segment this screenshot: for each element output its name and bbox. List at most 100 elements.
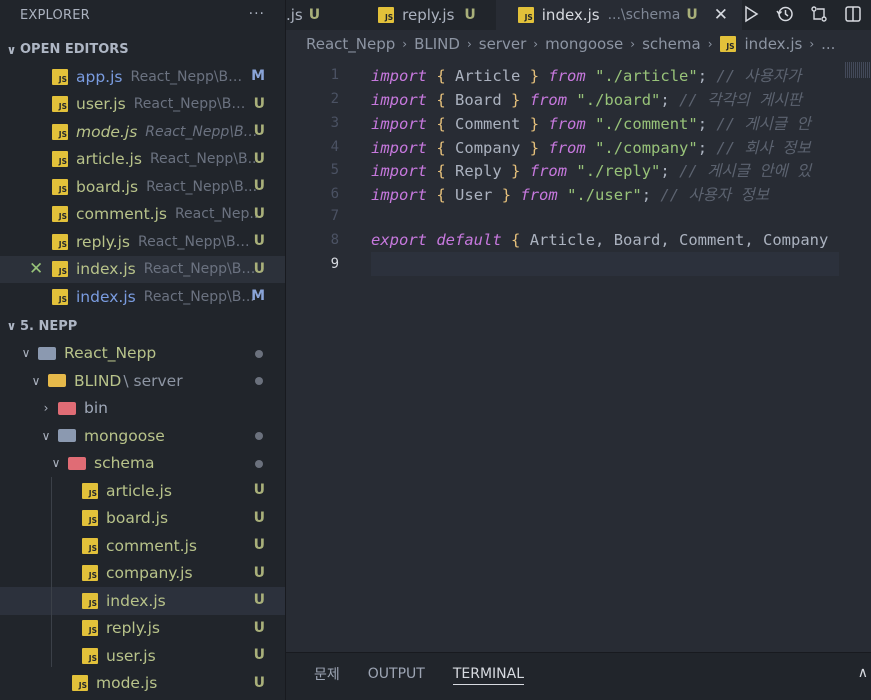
folder-bin[interactable]: › bin [0,395,285,423]
explorer-title: EXPLORER [20,7,90,23]
code-line: 1 import { Article } from "./article"; //… [286,63,871,87]
minimap[interactable] [845,62,871,78]
line-number: 9 [330,255,339,272]
code-line: 5 import { Reply } from "./reply"; // 게시글… [286,159,871,183]
code-text: import { User } from "./user"; // 사용자 정보 [371,186,770,205]
chevron-right-icon: › [707,37,713,51]
file-path: React_Nepp\B... [149,151,261,168]
javascript-file-icon: JS [52,96,68,113]
breadcrumb-item[interactable]: React_Nepp [306,35,395,53]
chevron-down-icon: ∨ [41,428,51,443]
file-item[interactable]: JS index.js U [0,587,285,615]
tab-terminal[interactable]: TERMINAL [452,666,525,685]
code-line: 8 export default { Article, Board, Comme… [286,228,871,252]
file-label: article.js [106,481,172,500]
breadcrumb-item[interactable]: mongoose [545,35,623,53]
file-item[interactable]: JS board.js U [0,505,285,533]
explorer-header: EXPLORER ··· [0,0,285,30]
folder-label: schema [94,454,155,473]
javascript-file-icon: JS [82,592,98,609]
close-icon[interactable]: ✕ [714,5,728,25]
file-label: board.js [76,177,139,196]
open-editors-section[interactable]: ∨ OPEN EDITORS [0,36,285,63]
javascript-file-icon: JS [82,620,98,637]
code-line: 3 import { Comment } from "./comment"; //… [286,111,871,135]
git-status-badge: M [251,288,265,304]
javascript-file-icon: JS [52,68,68,85]
editor-actions [739,2,871,26]
more-actions-icon[interactable]: ··· [249,6,265,22]
file-label: user.js [76,95,126,114]
line-number: 4 [330,138,339,155]
chevron-up-icon[interactable]: ∧ [858,665,868,681]
breadcrumb-item[interactable]: server [479,35,526,53]
code-line: 4 import { Company } from "./company"; //… [286,135,871,159]
folder-blind[interactable]: ∨ BLIND \ server [0,367,285,395]
history-icon[interactable] [773,2,797,26]
code-text: import { Reply } from "./reply"; // 게시글 … [371,162,812,181]
open-editor-item[interactable]: JS comment.js React_Nep... U [0,201,285,229]
file-path: React_Nep... [174,206,263,223]
chevron-down-icon: ∨ [31,373,41,388]
git-status-badge: U [253,674,265,691]
compare-changes-icon[interactable] [807,2,831,26]
open-editor-item[interactable]: JS article.js React_Nepp\B... U [0,146,285,174]
open-editors-list: JS app.js React_Nepp\BLI... M JS user.js React… [0,63,285,311]
tab-problems[interactable]: 문제 [314,664,340,687]
open-editor-item[interactable]: JS board.js React_Nepp\B... U [0,173,285,201]
explorer-sidebar: EXPLORER ··· ∨ OPEN EDITORS JS app.js Reac… [0,0,285,700]
folder-mongoose[interactable]: ∨ mongoose [0,422,285,450]
workspace-section[interactable]: ∨ 5. NEPP [0,313,285,340]
chevron-down-icon: ∨ [6,42,17,57]
javascript-file-icon: JS [52,206,68,223]
folder-open-icon [58,429,76,443]
chevron-right-icon: › [466,37,472,51]
tab-reply-js[interactable]: JS reply.js U [368,0,486,30]
file-item[interactable]: JS reply.js U [0,615,285,643]
file-item[interactable]: JS article.js U [0,477,285,505]
open-editor-item[interactable]: JS reply.js React_Nepp\BLI... U [0,228,285,256]
folder-label: React_Nepp [64,344,157,363]
git-status-badge: U [253,482,265,498]
open-editor-item[interactable]: JS user.js React_Nepp\BLI... U [0,91,285,119]
tab-output[interactable]: OUTPUT [368,666,425,685]
editor-area: .js U JS reply.js U JS index.js ...\sche… [285,0,871,700]
file-path: React_Nepp\BLI... [138,233,253,250]
breadcrumb-item[interactable]: ... [821,35,835,53]
split-editor-icon[interactable] [841,2,865,26]
file-label: mode.js [76,122,138,141]
chevron-right-icon: › [533,37,539,51]
line-number: 6 [330,186,339,203]
file-item[interactable]: JS comment.js U [0,532,285,560]
tab-label: reply.js [402,6,455,24]
file-path: React_Nepp\BLI... [145,123,261,140]
tab-index-js[interactable]: JS index.js ...\schema U ✕ [495,0,742,30]
open-editor-item[interactable]: JS index.js React_Nepp\B... M [0,283,285,311]
run-icon[interactable] [739,2,763,26]
open-editor-item[interactable]: JS mode.js React_Nepp\BLI... U [0,118,285,146]
modified-dot [255,349,263,358]
file-mode-js[interactable]: JS mode.js U [0,670,285,698]
folder-schema[interactable]: ∨ schema [0,450,285,478]
git-status-badge: U [253,95,265,112]
breadcrumb-item[interactable]: BLIND [414,35,460,53]
git-status-badge: U [253,509,265,526]
folder-react-nepp[interactable]: ∨ React_Nepp [0,340,285,368]
breadcrumb-item[interactable]: schema [642,35,701,53]
folder-open-icon [38,346,56,360]
open-editor-item[interactable]: ✕ JS index.js React_Nepp\BL... U [0,255,285,283]
file-path: React_Nepp\BL... [143,261,259,278]
git-status-badge: U [253,233,265,249]
close-icon[interactable]: ✕ [29,259,43,279]
javascript-file-icon: JS [517,7,534,23]
breadcrumb-item[interactable]: index.js [745,35,803,53]
tab-partial[interactable]: .js U [286,0,330,30]
file-label: index.js [76,287,136,306]
javascript-file-icon: JS [82,482,98,499]
code-editor[interactable]: 7 8 export default { Article, Board, Com… [286,60,871,652]
open-editors-label: OPEN EDITORS [20,42,129,57]
file-item[interactable]: JS company.js U [0,560,285,588]
open-editor-item[interactable]: JS app.js React_Nepp\BLI... M [0,63,285,91]
file-item[interactable]: JS user.js U [0,642,285,670]
file-path: React_Nepp\BLI... [130,68,246,85]
